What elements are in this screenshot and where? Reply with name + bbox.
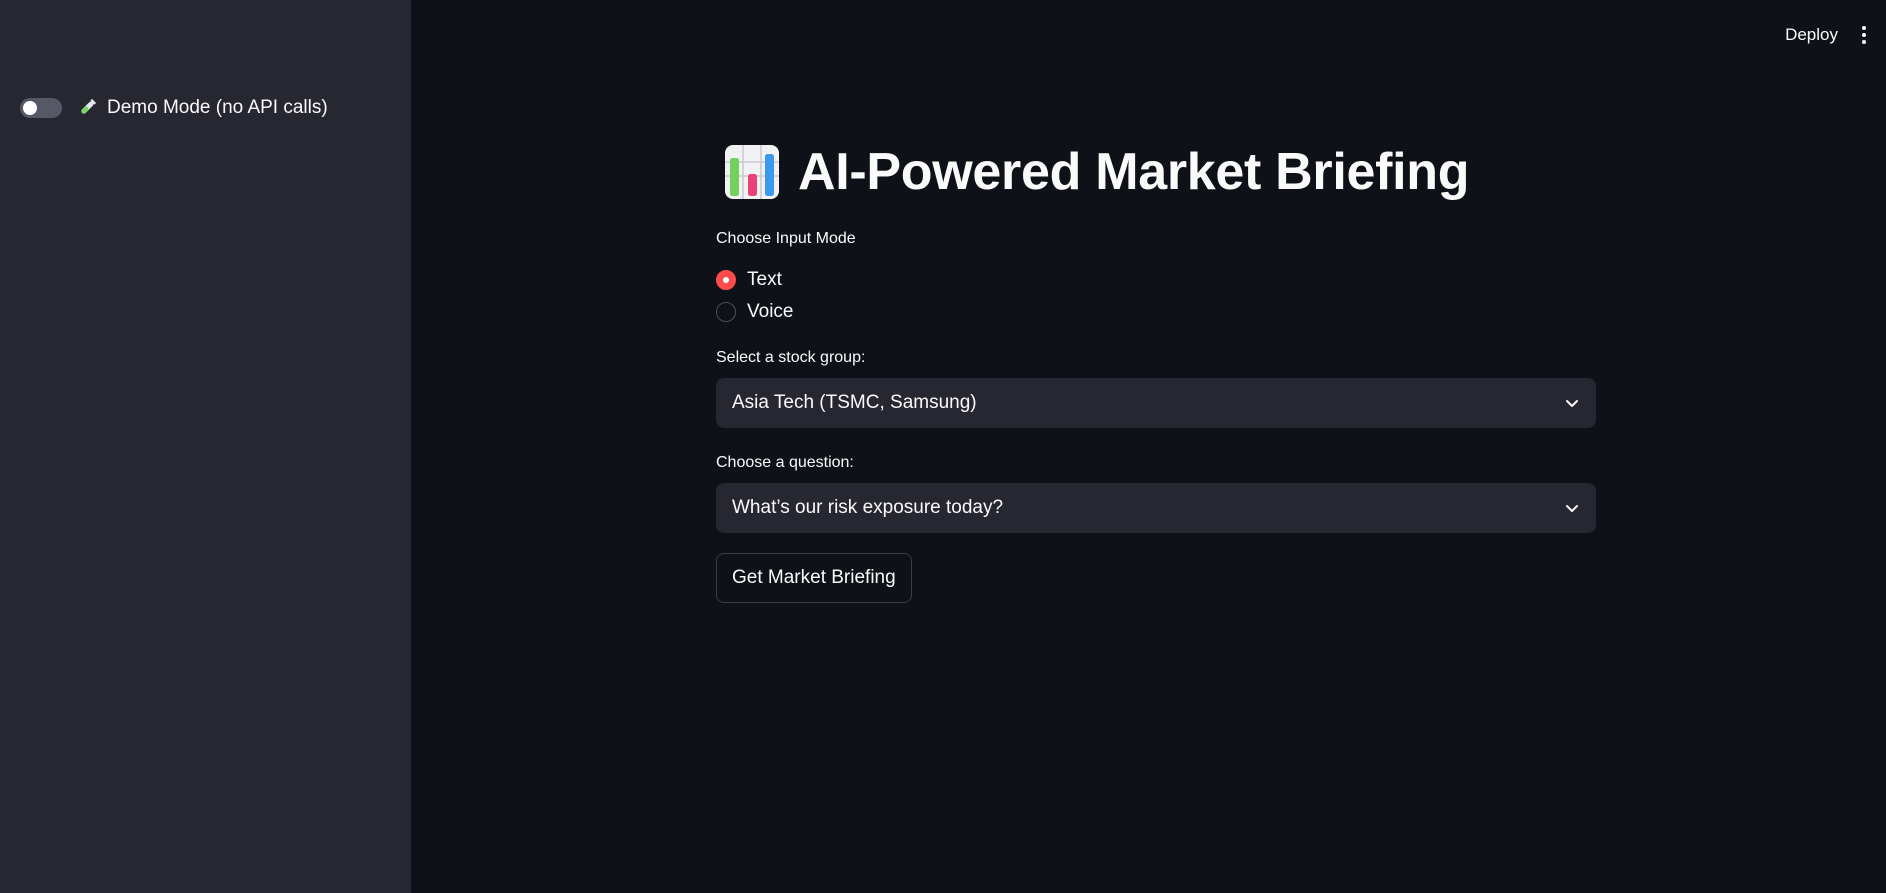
demo-mode-label-group: Demo Mode (no API calls) [76,97,328,119]
radio-option-text[interactable]: Text [716,264,793,296]
get-market-briefing-button[interactable]: Get Market Briefing [716,553,912,603]
stock-group-value: Asia Tech (TSMC, Samsung) [732,392,977,413]
app-root: Demo Mode (no API calls) Deploy AI-Power… [0,0,1886,893]
sidebar: Demo Mode (no API calls) [0,0,411,893]
question-select[interactable]: What’s our risk exposure today? [716,483,1596,533]
demo-mode-toggle[interactable] [20,98,62,118]
bar-chart-icon [725,145,779,199]
chevron-down-icon [1566,400,1578,407]
main-content: AI-Powered Market Briefing Choose Input … [716,140,1596,603]
chevron-down-icon [1566,505,1578,512]
kebab-menu-icon[interactable] [1860,24,1868,46]
question-label: Choose a question: [716,454,854,471]
stock-group-label: Select a stock group: [716,349,866,366]
demo-mode-toggle-row[interactable]: Demo Mode (no API calls) [20,96,328,120]
header-actions: Deploy [1785,24,1868,46]
radio-label-text: Text [747,269,782,290]
test-tube-icon [81,99,96,114]
radio-button-selected[interactable] [716,270,736,290]
radio-option-voice[interactable]: Voice [716,296,793,328]
input-mode-radio-group: Text Voice [716,264,793,328]
toggle-knob [23,101,37,115]
question-value: What’s our risk exposure today? [732,497,1004,518]
radio-label-voice: Voice [747,301,794,322]
radio-button[interactable] [716,302,736,322]
stock-group-select[interactable]: Asia Tech (TSMC, Samsung) [716,378,1596,428]
page-title: AI-Powered Market Briefing [798,143,1470,201]
title-row: AI-Powered Market Briefing [724,140,1596,204]
demo-mode-label: Demo Mode (no API calls) [107,97,328,118]
deploy-button[interactable]: Deploy [1785,25,1838,45]
input-mode-label: Choose Input Mode [716,230,856,247]
